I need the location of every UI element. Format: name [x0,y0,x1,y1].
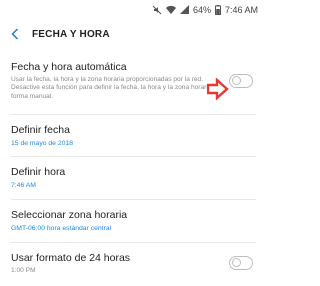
mute-icon [152,5,162,15]
select-timezone-setting[interactable]: Seleccionar zona horaria GMT-06:00 hora … [11,209,256,233]
setting-title: Definir fecha [11,124,70,136]
24-hour-format-setting[interactable]: Usar formato de 24 horas 1:00 PM [11,252,256,275]
app-header: FECHA Y HORA [0,19,266,49]
setting-value: 15 de mayo de 2018 [11,140,73,147]
setting-value: 1:00 PM [11,267,36,274]
battery-percent: 64% [192,4,211,15]
set-date-setting[interactable]: Definir fecha 15 de mayo de 2018 [11,124,256,148]
divider [11,242,256,243]
battery-icon [214,4,221,15]
auto-date-time-toggle[interactable] [229,74,253,88]
divider [11,199,256,200]
setting-title: Usar formato de 24 horas [11,252,131,264]
setting-value: GMT-06:00 hora estándar central [11,225,112,232]
back-button[interactable] [8,27,22,41]
setting-title: Definir hora [11,166,66,178]
toggle-knob [231,76,241,86]
divider [11,114,256,115]
divider [11,156,256,157]
chevron-left-icon [11,28,19,40]
setting-title: Fecha y hora automática [11,61,127,73]
setting-value: 7:46 AM [11,182,36,189]
setting-description: Usar la fecha, la hora y la zona horaria… [11,76,221,100]
red-arrow-annotation [206,77,229,105]
signal-icon [179,5,189,14]
page-title: FECHA Y HORA [32,28,110,40]
setting-title: Seleccionar zona horaria [11,209,128,221]
24-hour-format-toggle[interactable] [229,256,253,270]
toggle-knob [231,258,241,268]
status-time: 7:46 AM [224,4,258,15]
status-bar: 64% 7:46 AM [0,0,266,19]
wifi-icon [165,5,176,14]
set-time-setting[interactable]: Definir hora 7:46 AM [11,166,256,190]
